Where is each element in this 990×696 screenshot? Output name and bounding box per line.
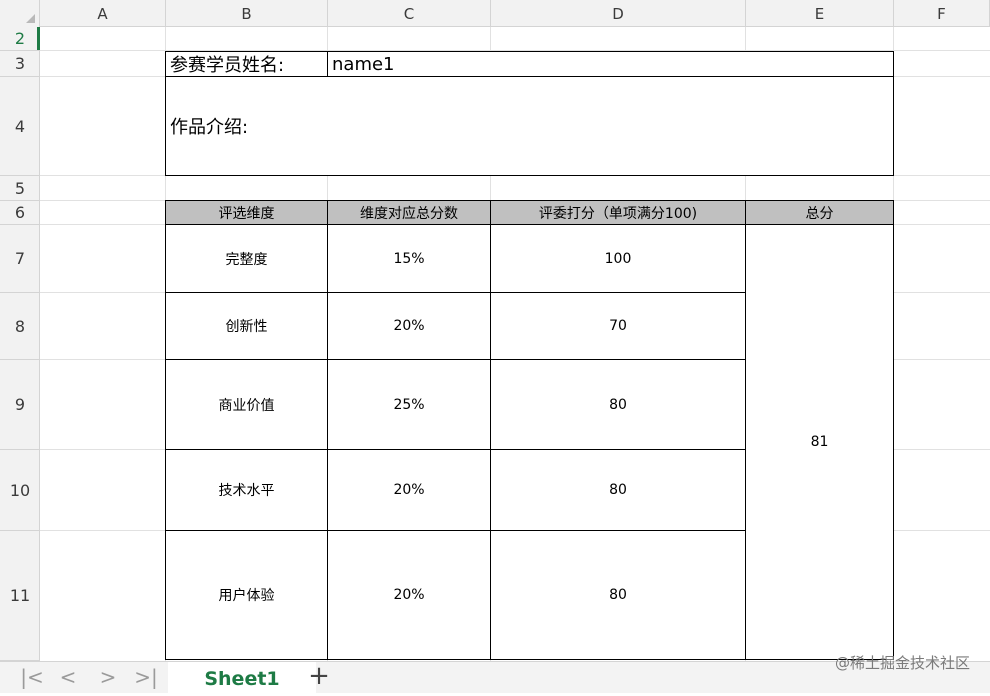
prev-sheet-icon[interactable]: < — [54, 662, 82, 694]
row-header-8[interactable]: 8 — [0, 293, 40, 360]
cell-score[interactable]: 70 — [490, 292, 746, 360]
add-sheet-icon[interactable]: + — [304, 660, 334, 692]
row-header-10[interactable]: 10 — [0, 450, 40, 531]
cell-dimension[interactable]: 商业价值 — [165, 359, 328, 450]
last-sheet-icon[interactable]: >| — [132, 662, 160, 694]
row-header-11[interactable]: 11 — [0, 531, 40, 661]
cell-weight[interactable]: 25% — [327, 359, 491, 450]
column-header-c[interactable]: C — [328, 0, 491, 27]
row-header-6[interactable]: 6 — [0, 201, 40, 225]
row-header-5[interactable]: 5 — [0, 176, 40, 201]
cell-weight[interactable]: 20% — [327, 449, 491, 531]
cell-name-label[interactable]: 参赛学员姓名: — [165, 51, 328, 77]
first-sheet-icon[interactable]: |< — [18, 662, 46, 694]
cell-dimension[interactable]: 用户体验 — [165, 530, 328, 660]
header-weight[interactable]: 维度对应总分数 — [327, 200, 491, 225]
cell-weight[interactable]: 20% — [327, 530, 491, 660]
header-judge-score[interactable]: 评委打分（单项满分100) — [490, 200, 746, 225]
column-header-e[interactable]: E — [746, 0, 894, 27]
sheet-tab-sheet1[interactable]: Sheet1 — [168, 662, 316, 694]
cell-intro-label[interactable]: 作品介绍: — [165, 76, 894, 176]
select-all-corner[interactable] — [0, 0, 40, 27]
cell-dimension[interactable]: 创新性 — [165, 292, 328, 360]
row-header-4[interactable]: 4 — [0, 77, 40, 176]
cell-dimension[interactable]: 技术水平 — [165, 449, 328, 531]
header-total[interactable]: 总分 — [745, 200, 894, 225]
watermark: @稀土掘金技术社区 — [834, 654, 970, 672]
cell-score[interactable]: 80 — [490, 359, 746, 450]
cell-dimension[interactable]: 完整度 — [165, 224, 328, 293]
active-row-indicator — [37, 27, 40, 50]
column-header-a[interactable]: A — [40, 0, 166, 27]
cell-score[interactable]: 80 — [490, 449, 746, 531]
next-sheet-icon[interactable]: > — [94, 662, 122, 694]
cell-weight[interactable]: 15% — [327, 224, 491, 293]
cell-score[interactable]: 100 — [490, 224, 746, 293]
select-all-triangle-icon — [26, 14, 35, 23]
row-header-3[interactable]: 3 — [0, 51, 40, 77]
cell-name-value[interactable]: name1 — [327, 51, 894, 77]
column-header-f[interactable]: F — [894, 0, 990, 27]
row-header-7[interactable]: 7 — [0, 225, 40, 293]
column-header-d[interactable]: D — [491, 0, 746, 27]
header-dimension[interactable]: 评选维度 — [165, 200, 328, 225]
column-header-b[interactable]: B — [166, 0, 328, 27]
row-header-2[interactable]: 2 — [0, 27, 40, 51]
cell-total-score[interactable]: 81 — [745, 224, 894, 660]
cell-score[interactable]: 80 — [490, 530, 746, 660]
cell-weight[interactable]: 20% — [327, 292, 491, 360]
row-header-9[interactable]: 9 — [0, 360, 40, 450]
